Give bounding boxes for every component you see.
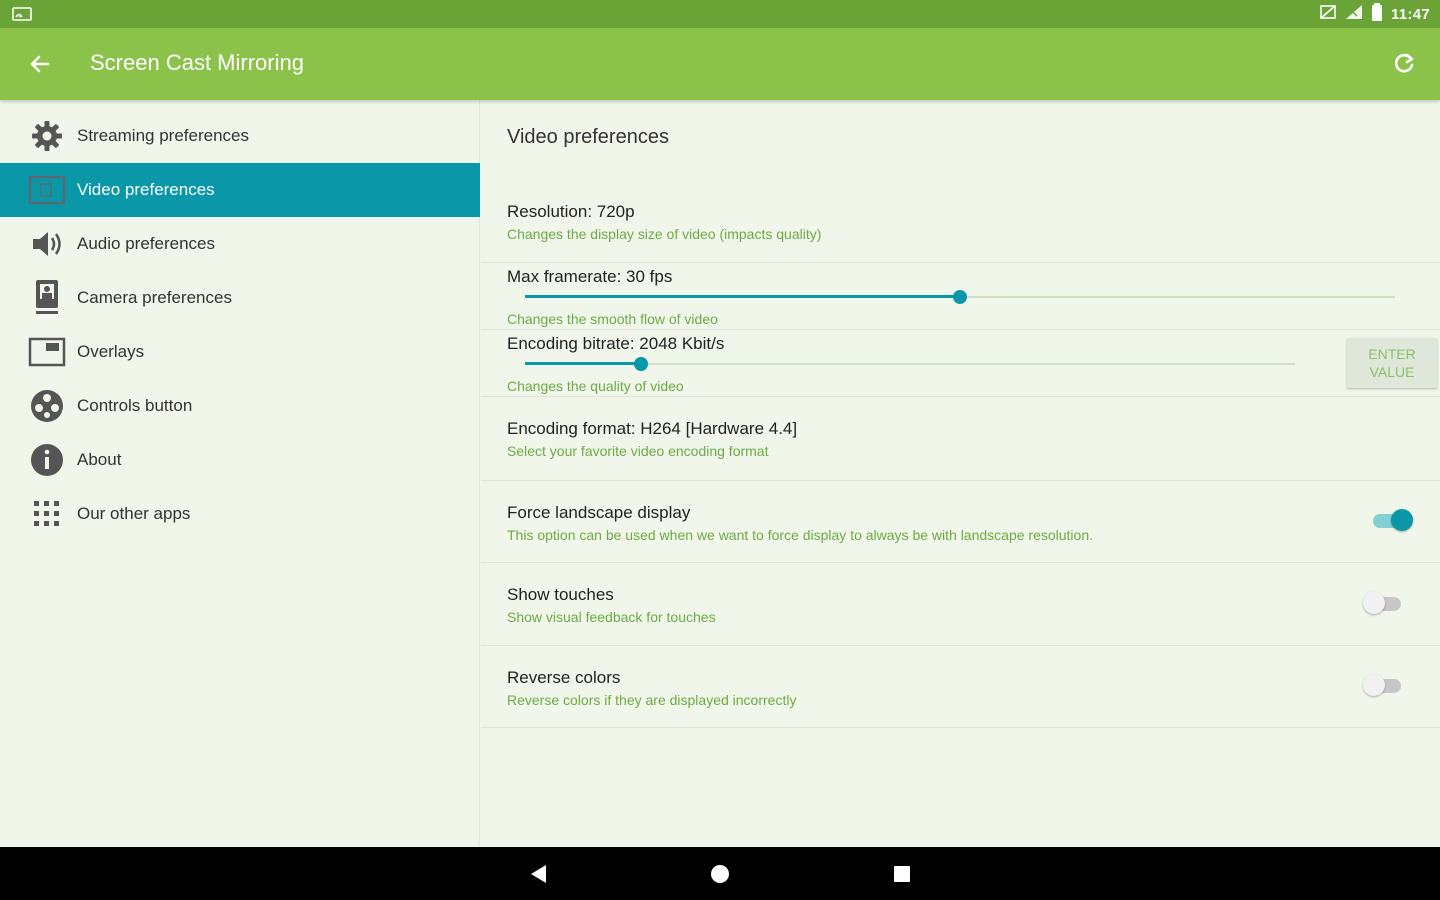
slider-thumb[interactable] <box>953 290 967 304</box>
slider-fill <box>525 295 960 298</box>
status-bar: 11:47 <box>0 0 1440 28</box>
pref-framerate: Max framerate: 30 fps Changes the smooth… <box>481 263 1440 329</box>
sidebar-item-audio[interactable]: Audio preferences <box>0 217 480 271</box>
pref-subtitle: Changes the smooth flow of video <box>507 311 718 327</box>
pref-title: Max framerate: 30 fps <box>507 267 673 286</box>
info-icon <box>28 441 66 479</box>
slider-fill <box>525 362 641 365</box>
pref-force-landscape[interactable]: Force landscape display This option can … <box>481 481 1440 562</box>
framerate-slider[interactable] <box>525 289 1395 305</box>
pref-title: Reverse colors <box>507 668 621 687</box>
pref-title: Encoding bitrate: 2048 Kbit/s <box>507 334 725 353</box>
toggle-thumb <box>1363 592 1385 614</box>
signal-icon <box>1345 4 1363 25</box>
bitrate-slider[interactable] <box>525 356 1295 372</box>
sidebar-item-about[interactable]: About <box>0 433 480 487</box>
gear-icon <box>28 117 66 155</box>
landscape-toggle[interactable] <box>1369 508 1413 532</box>
apps-grid-icon <box>28 495 66 533</box>
recents-square-icon[interactable] <box>889 861 915 887</box>
preferences-panel: Video preferences Resolution: 720p Chang… <box>481 100 1440 847</box>
sidebar-item-label: Video preferences <box>77 180 215 199</box>
pref-show-touches[interactable]: Show touches Show visual feedback for to… <box>481 563 1440 645</box>
system-nav-bar <box>0 847 1440 900</box>
sidebar-item-other-apps[interactable]: Our other apps <box>0 487 480 541</box>
sidebar-item-label: Our other apps <box>77 504 191 523</box>
arrow-back-icon[interactable] <box>26 50 54 78</box>
speaker-icon <box>28 225 66 263</box>
sidebar-item-overlays[interactable]: Overlays <box>0 325 480 379</box>
video-icon <box>28 171 66 209</box>
sidebar-item-label: Overlays <box>77 342 145 361</box>
sidebar-item-label: Audio preferences <box>77 234 215 253</box>
sidebar: Streaming preferences Video preferences … <box>0 100 480 847</box>
sidebar-item-label: Controls button <box>77 396 193 415</box>
sidebar-item-video[interactable]: Video preferences <box>0 163 480 217</box>
enter-value-button[interactable]: ENTER VALUE <box>1347 338 1437 388</box>
section-title: Video preferences <box>507 126 669 148</box>
camera-icon <box>28 279 66 317</box>
battery-icon <box>1371 2 1383 26</box>
home-circle-icon[interactable] <box>707 861 733 887</box>
clock: 11:47 <box>1390 5 1430 23</box>
touches-toggle[interactable] <box>1363 591 1407 615</box>
no-sim-icon <box>1319 4 1337 25</box>
refresh-icon[interactable] <box>1390 50 1418 78</box>
overlay-icon <box>28 333 66 371</box>
pref-subtitle: Reverse colors if they are displayed inc… <box>507 692 797 708</box>
pref-encoding-format[interactable]: Encoding format: H264 [Hardware 4.4] Sel… <box>481 397 1440 480</box>
pref-subtitle: This option can be used when we want to … <box>507 527 1094 543</box>
sidebar-item-label: Camera preferences <box>77 288 232 307</box>
pref-subtitle: Select your favorite video encoding form… <box>507 443 769 459</box>
pref-title: Force landscape display <box>507 503 691 522</box>
pref-resolution[interactable]: Resolution: 720p Changes the display siz… <box>481 190 1440 262</box>
pref-subtitle: Changes the quality of video <box>507 378 684 394</box>
slider-thumb[interactable] <box>633 357 648 371</box>
divider <box>481 727 1440 728</box>
reverse-toggle[interactable] <box>1363 673 1407 697</box>
app-bar: Screen Cast Mirroring <box>0 28 1440 100</box>
controls-icon <box>28 387 66 425</box>
pref-subtitle: Changes the display size of video (impac… <box>507 226 822 242</box>
sidebar-item-label: About <box>77 450 122 469</box>
sidebar-item-controls[interactable]: Controls button <box>0 379 480 433</box>
back-triangle-icon[interactable] <box>525 861 551 887</box>
pref-reverse-colors[interactable]: Reverse colors Reverse colors if they ar… <box>481 646 1440 727</box>
pref-bitrate: Encoding bitrate: 2048 Kbit/s Changes th… <box>481 330 1440 396</box>
cast-icon <box>12 5 32 23</box>
sidebar-item-streaming[interactable]: Streaming preferences <box>0 109 480 163</box>
toggle-thumb <box>1363 674 1385 696</box>
sidebar-item-camera[interactable]: Camera preferences <box>0 271 480 325</box>
toggle-thumb <box>1391 509 1413 531</box>
sidebar-item-label: Streaming preferences <box>77 126 249 145</box>
pref-title: Show touches <box>507 585 614 604</box>
pref-title: Encoding format: H264 [Hardware 4.4] <box>507 419 798 438</box>
pref-title: Resolution: 720p <box>507 202 635 221</box>
page-title: Screen Cast Mirroring <box>90 50 304 75</box>
pref-subtitle: Show visual feedback for touches <box>507 609 716 625</box>
